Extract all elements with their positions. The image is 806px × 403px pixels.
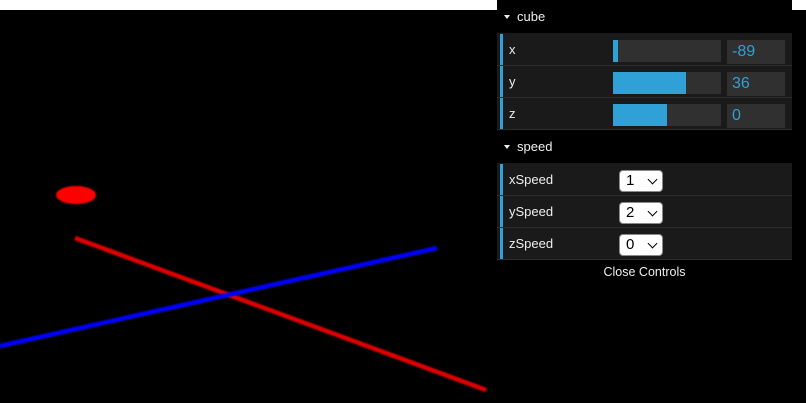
z-axis-line: [0, 245, 438, 349]
row-accent: [500, 196, 503, 227]
slider-fill: [613, 40, 619, 62]
chevron-down-icon: [647, 206, 658, 217]
row-accent: [500, 66, 503, 97]
select-value: 0: [626, 236, 635, 253]
chevron-down-icon: [647, 174, 658, 185]
controls-panel: cube x -89 y 36 z 0 speed xSpeed 1 ySpee…: [497, 0, 792, 286]
control-row-z: z 0: [497, 98, 792, 130]
slider-fill: [613, 104, 667, 126]
control-row-yspeed: ySpeed 2: [497, 196, 792, 228]
number-input-y[interactable]: 36: [727, 72, 785, 96]
row-accent: [500, 98, 503, 129]
row-accent: [500, 228, 503, 259]
number-input-z[interactable]: 0: [727, 104, 785, 128]
control-label: xSpeed: [509, 172, 554, 187]
caret-down-icon: [504, 144, 510, 149]
select-yspeed[interactable]: 2: [619, 202, 663, 224]
slider-z[interactable]: [613, 104, 721, 126]
row-accent: [500, 164, 503, 195]
control-row-x: x -89: [497, 34, 792, 66]
select-zspeed[interactable]: 0: [619, 234, 663, 256]
control-label: z: [509, 106, 516, 121]
close-controls-button[interactable]: Close Controls: [497, 260, 792, 286]
folder-label: cube: [517, 9, 546, 24]
control-label: y: [509, 74, 516, 89]
caret-down-icon: [504, 14, 510, 19]
folder-title-speed[interactable]: speed: [497, 130, 792, 164]
select-value: 2: [626, 204, 635, 221]
chevron-down-icon: [647, 238, 658, 249]
control-row-zspeed: zSpeed 0: [497, 228, 792, 260]
cube-mesh: [56, 186, 96, 204]
select-value: 1: [626, 172, 635, 189]
folder-title-cube[interactable]: cube: [497, 0, 792, 34]
control-label: zSpeed: [509, 236, 554, 251]
slider-x[interactable]: [613, 40, 721, 62]
row-accent: [500, 34, 503, 65]
folder-label: speed: [517, 139, 553, 154]
slider-fill: [613, 72, 687, 94]
slider-y[interactable]: [613, 72, 721, 94]
control-row-y: y 36: [497, 66, 792, 98]
number-input-x[interactable]: -89: [727, 40, 785, 64]
control-label: ySpeed: [509, 204, 554, 219]
select-xspeed[interactable]: 1: [619, 170, 663, 192]
control-label: x: [509, 42, 516, 57]
control-row-xspeed: xSpeed 1: [497, 164, 792, 196]
